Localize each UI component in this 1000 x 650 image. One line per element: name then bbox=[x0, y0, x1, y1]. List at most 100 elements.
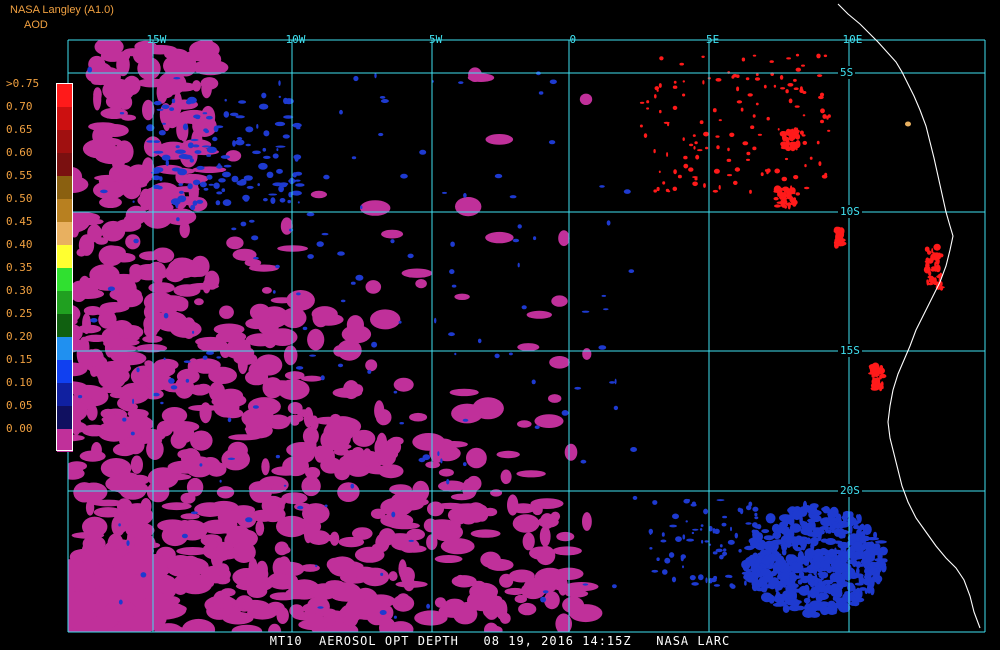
aod-low-patch bbox=[223, 597, 233, 615]
aod-blue-speck bbox=[671, 576, 677, 583]
aod-blue-cluster bbox=[827, 529, 832, 534]
aod-blue-speck bbox=[152, 392, 160, 397]
aod-low-patch bbox=[100, 49, 125, 62]
aod-blue-cluster bbox=[877, 551, 883, 561]
aod-blue-speck bbox=[156, 185, 163, 190]
aod-blue-speck bbox=[682, 565, 684, 569]
aod-blue-cluster bbox=[794, 547, 803, 552]
aod-low-patch bbox=[401, 268, 433, 278]
aod-high-speck bbox=[653, 189, 657, 193]
aod-blue-speck bbox=[136, 367, 140, 373]
legend-label: 0.05 bbox=[6, 399, 33, 412]
aod-low-patch bbox=[555, 613, 572, 632]
legend-label: 0.30 bbox=[6, 284, 33, 297]
aod-low-patch bbox=[378, 528, 396, 546]
aod-high-speck bbox=[766, 168, 771, 173]
aod-high-speck bbox=[752, 54, 757, 57]
aod-blue-speck bbox=[675, 536, 682, 542]
aod-low-patch bbox=[219, 305, 234, 319]
aod-high-speck bbox=[658, 170, 661, 174]
aod-low-patch bbox=[228, 445, 246, 466]
aod-high-speck bbox=[683, 155, 688, 160]
aod-blue-speck bbox=[729, 583, 734, 588]
aod-blue-speck bbox=[293, 154, 302, 160]
aod-blue-speck bbox=[199, 463, 203, 467]
aod-blue-speck bbox=[224, 98, 227, 102]
aod-blue-speck bbox=[451, 284, 457, 288]
aod-high-speck bbox=[742, 141, 749, 146]
aod-blue-cluster bbox=[873, 531, 878, 539]
aod-high-patch bbox=[786, 190, 791, 196]
aod-low-patch bbox=[320, 457, 342, 474]
aod-low-patch bbox=[121, 402, 138, 412]
aod-high-patch bbox=[928, 270, 932, 277]
aod-low-patch bbox=[325, 580, 345, 588]
aod-blue-speck bbox=[192, 200, 198, 206]
aod-blue-speck bbox=[422, 454, 431, 461]
aod-blue-speck bbox=[181, 533, 188, 539]
aod-blue-speck bbox=[202, 355, 208, 360]
aod-low-patch bbox=[262, 329, 278, 349]
aod-blue-cluster bbox=[807, 518, 815, 523]
legend-label: 0.55 bbox=[6, 169, 33, 182]
aod-low-patch bbox=[562, 596, 585, 614]
aod-high-speck bbox=[769, 60, 774, 63]
aod-low-patch bbox=[148, 282, 175, 294]
aod-blue-speck bbox=[309, 354, 317, 357]
aod-blue-speck bbox=[355, 274, 364, 281]
aod-high-speck bbox=[694, 141, 698, 145]
aod-high-speck bbox=[682, 137, 685, 142]
aod-blue-speck bbox=[723, 548, 727, 552]
aod-blue-speck bbox=[251, 235, 259, 241]
aod-blue-cluster bbox=[872, 543, 881, 550]
aod-blue-speck bbox=[213, 182, 220, 189]
aod-blue-speck bbox=[440, 458, 443, 464]
aod-low-patch bbox=[287, 402, 303, 415]
aod-blue-speck bbox=[160, 401, 164, 405]
aod-low-patch bbox=[176, 547, 210, 556]
aod-low-patch bbox=[126, 435, 145, 455]
aod-blue-speck bbox=[202, 112, 208, 115]
aod-blue-speck bbox=[297, 201, 300, 204]
aod-blue-cluster bbox=[837, 588, 843, 594]
aod-high-speck bbox=[712, 189, 719, 193]
aod-low-patch bbox=[93, 180, 126, 200]
aod-low-patch bbox=[346, 315, 364, 335]
aod-high-speck bbox=[822, 114, 827, 119]
aod-blue-speck bbox=[302, 326, 308, 331]
aod-low-patch bbox=[454, 293, 470, 300]
aod-low-patch bbox=[128, 572, 175, 588]
aod-low-patch bbox=[365, 280, 382, 294]
aod-blue-cluster bbox=[768, 594, 775, 604]
legend-label: 0.15 bbox=[6, 353, 33, 366]
aod-blue-cluster bbox=[750, 540, 760, 549]
aod-blue-speck bbox=[222, 199, 232, 207]
aod-high-speck bbox=[705, 146, 709, 150]
aod-blue-speck bbox=[613, 405, 619, 411]
aod-low-patch bbox=[485, 134, 514, 145]
aod-high-speck bbox=[702, 80, 705, 85]
aod-blue-speck bbox=[649, 547, 653, 550]
aod-high-speck bbox=[682, 80, 685, 83]
aod-blue-speck bbox=[730, 526, 732, 532]
aod-high-patch bbox=[834, 242, 839, 249]
aod-high-speck bbox=[740, 107, 744, 112]
aod-blue-speck bbox=[390, 239, 395, 244]
aod-blue-speck bbox=[716, 499, 725, 502]
aod-blue-speck bbox=[175, 145, 180, 149]
aod-blue-speck bbox=[222, 171, 231, 178]
aod-low-patch bbox=[119, 483, 146, 500]
aod-blue-speck bbox=[130, 431, 135, 436]
map-caption: MT10 AEROSOL OPT DEPTH 08 19, 2016 14:15… bbox=[269, 634, 731, 648]
aod-high-speck bbox=[746, 151, 751, 156]
aod-blue-speck bbox=[704, 540, 709, 543]
aerosol-map[interactable] bbox=[0, 0, 1000, 650]
aod-low-patch bbox=[388, 571, 398, 582]
aod-high-speck bbox=[666, 152, 669, 157]
aod-blue-speck bbox=[245, 126, 254, 133]
aod-high-speck bbox=[646, 107, 650, 110]
aod-blue-speck bbox=[208, 183, 214, 186]
aod-low-patch bbox=[415, 279, 427, 289]
aod-low-patch bbox=[467, 73, 495, 82]
aod-low-patch bbox=[208, 381, 226, 402]
